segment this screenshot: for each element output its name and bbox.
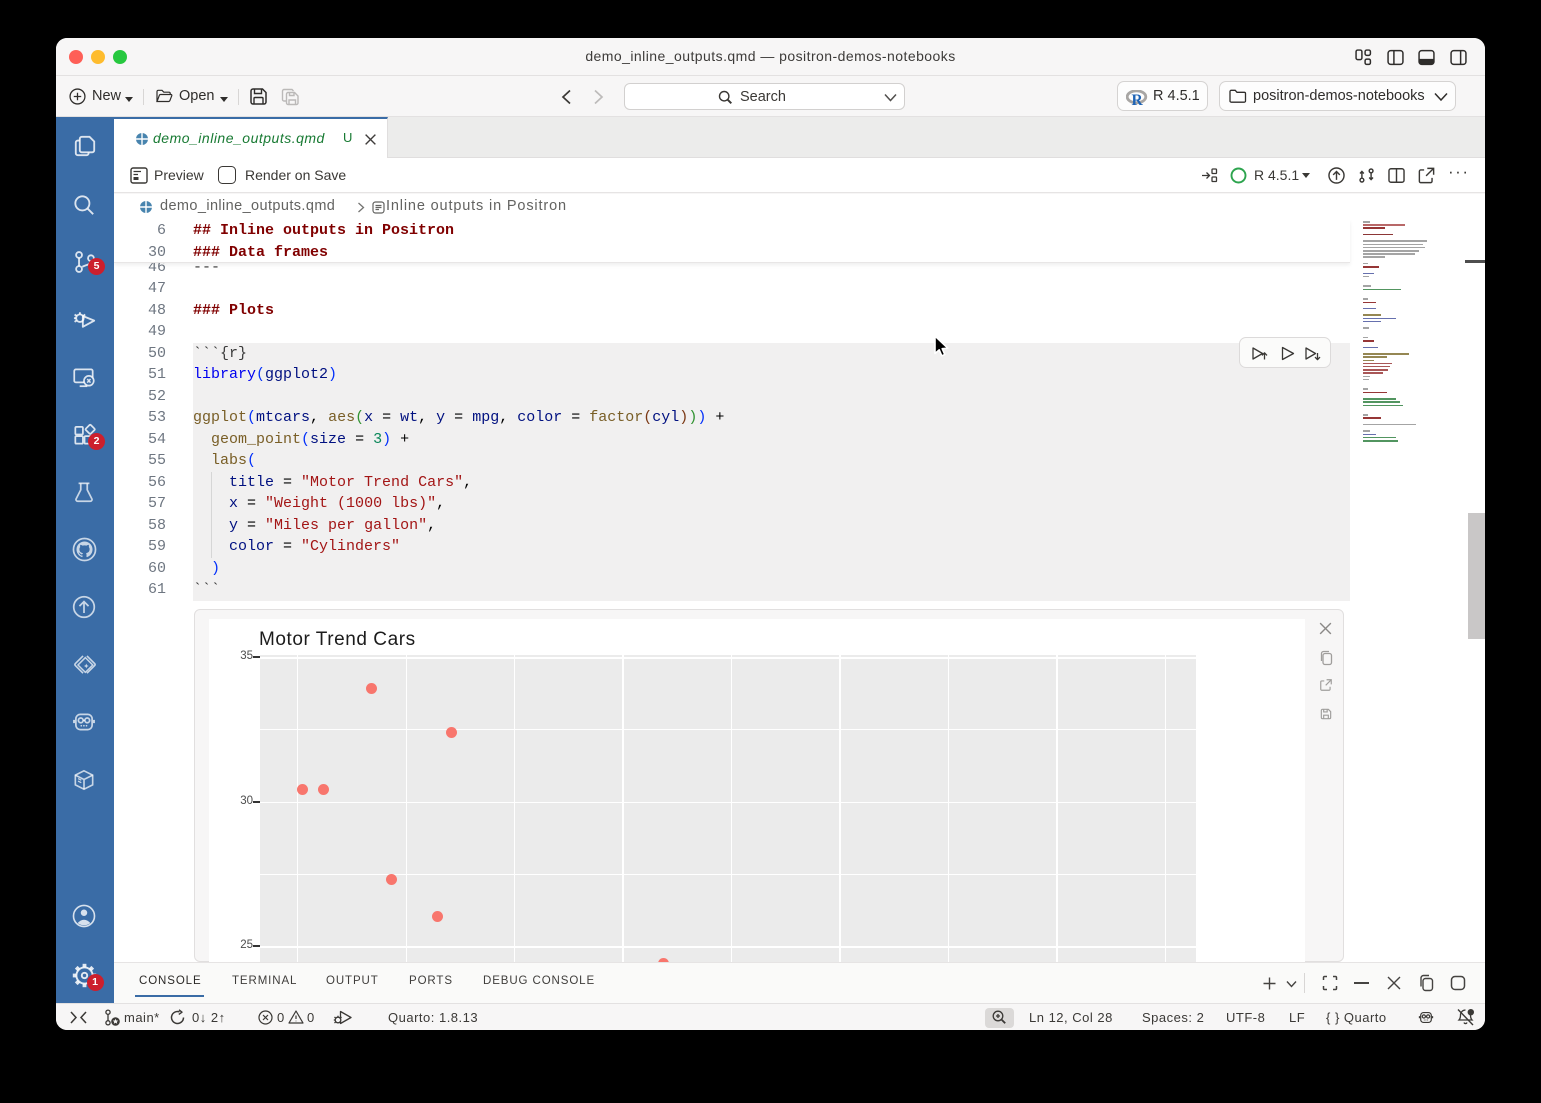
svg-text:R: R <box>1132 92 1144 106</box>
